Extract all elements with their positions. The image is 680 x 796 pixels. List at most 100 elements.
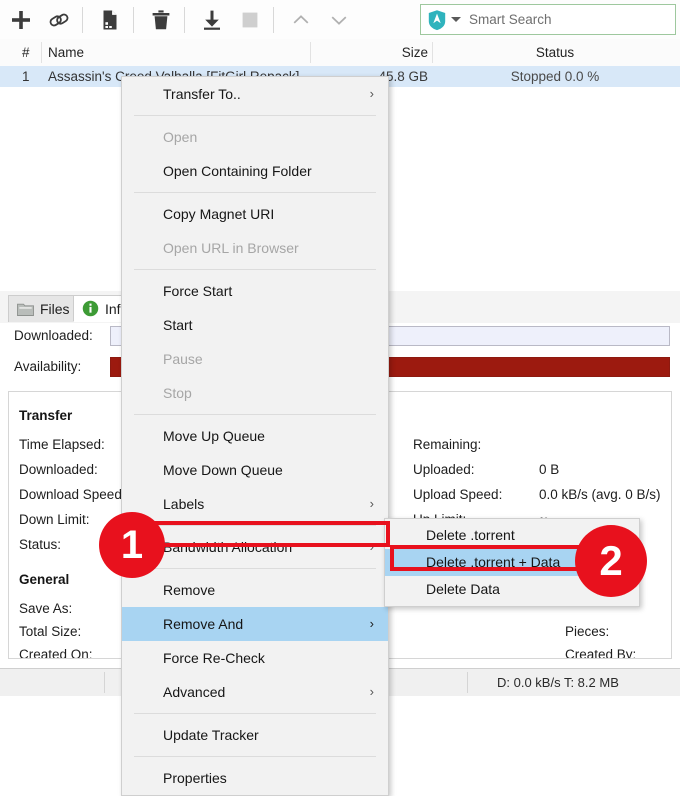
header-divider[interactable] bbox=[310, 42, 311, 63]
new-file-icon bbox=[103, 10, 117, 29]
field-value-upload-speed: 0.0 kB/s (avg. 0 B/s) bbox=[539, 487, 661, 502]
tab-files[interactable]: Files bbox=[8, 295, 79, 322]
field-label-uploaded: Uploaded: bbox=[413, 462, 475, 477]
add-torrent-button[interactable] bbox=[4, 3, 38, 37]
column-header-size[interactable]: Size bbox=[318, 39, 428, 66]
menu-item-start[interactable]: Start bbox=[122, 308, 388, 342]
menu-item-advanced[interactable]: Advanced › bbox=[122, 675, 388, 709]
menu-item-label: Properties bbox=[163, 770, 227, 786]
field-label-save-as: Save As: bbox=[19, 601, 73, 616]
chevron-up-icon bbox=[293, 14, 309, 24]
field-label-download-speed: Download Speed: bbox=[19, 487, 126, 502]
smart-search-box[interactable]: Smart Search bbox=[420, 4, 676, 35]
info-circle-icon bbox=[82, 300, 99, 317]
menu-item-force-re-check[interactable]: Force Re-Check bbox=[122, 641, 388, 675]
stop-square-icon bbox=[242, 12, 258, 27]
field-label-upload-speed: Upload Speed: bbox=[413, 487, 503, 502]
menu-item-label: Open bbox=[163, 129, 198, 145]
menu-item-copy-magnet-uri[interactable]: Copy Magnet URI bbox=[122, 197, 388, 231]
menu-item-label: Update Tracker bbox=[163, 727, 259, 743]
plus-icon bbox=[12, 10, 30, 29]
field-label-pieces: Pieces: bbox=[565, 624, 610, 639]
menu-item-label: Remove bbox=[163, 582, 216, 598]
menu-item-labels[interactable]: Labels › bbox=[122, 487, 388, 521]
field-label-status: Status: bbox=[19, 537, 62, 552]
column-header-name[interactable]: Name bbox=[48, 39, 84, 66]
menu-item-open-containing-folder[interactable]: Open Containing Folder bbox=[122, 154, 388, 188]
menu-item-stop: Stop bbox=[122, 376, 388, 410]
menu-item-label: Copy Magnet URI bbox=[163, 206, 275, 222]
shield-search-icon bbox=[426, 9, 448, 31]
menu-item-open-url-in-browser: Open URL in Browser bbox=[122, 231, 388, 265]
search-dropdown-caret-icon[interactable] bbox=[451, 17, 461, 22]
menu-item-label: Pause bbox=[163, 351, 203, 367]
search-input[interactable]: Smart Search bbox=[469, 12, 552, 27]
header-divider[interactable] bbox=[432, 42, 433, 63]
column-header-status[interactable]: Status bbox=[440, 39, 670, 66]
submenu-item-label: Delete Data bbox=[426, 581, 500, 597]
download-arrow-icon bbox=[204, 10, 220, 30]
menu-item-label: Force Re-Check bbox=[163, 650, 265, 666]
chevron-right-icon: › bbox=[369, 616, 374, 631]
statusbar-speed: D: 0.0 kB/s T: 8.2 MB bbox=[497, 675, 619, 690]
chevron-right-icon: › bbox=[369, 86, 374, 101]
row-number: 1 bbox=[22, 69, 30, 84]
menu-separator bbox=[134, 756, 376, 757]
menu-item-label: Labels bbox=[163, 496, 205, 512]
menu-item-label: Start bbox=[163, 317, 193, 333]
availability-bar-label: Availability: bbox=[14, 359, 82, 374]
section-header-transfer: Transfer bbox=[19, 408, 73, 423]
menu-item-label: Advanced bbox=[163, 684, 226, 700]
stop-button[interactable] bbox=[233, 3, 267, 37]
menu-item-label: Remove And bbox=[163, 616, 244, 632]
annotation-badge-1: 1 bbox=[99, 512, 165, 578]
statusbar-divider bbox=[104, 672, 105, 693]
header-divider[interactable] bbox=[41, 42, 42, 63]
menu-item-move-up-queue[interactable]: Move Up Queue bbox=[122, 419, 388, 453]
chevron-right-icon: › bbox=[369, 684, 374, 699]
start-download-button[interactable] bbox=[195, 3, 229, 37]
menu-separator bbox=[134, 115, 376, 116]
menu-separator bbox=[134, 713, 376, 714]
menu-separator bbox=[134, 269, 376, 270]
menu-item-force-start[interactable]: Force Start bbox=[122, 274, 388, 308]
create-torrent-button[interactable] bbox=[93, 3, 127, 37]
section-header-general: General bbox=[19, 572, 70, 587]
chevron-down-icon bbox=[331, 15, 347, 25]
menu-separator bbox=[134, 568, 376, 569]
field-label-total-size: Total Size: bbox=[19, 624, 82, 639]
field-label-time-elapsed: Time Elapsed: bbox=[19, 437, 105, 452]
folder-icon bbox=[17, 302, 34, 316]
torrent-context-menu: Transfer To.. › Open Open Containing Fol… bbox=[121, 76, 389, 796]
statusbar-divider bbox=[467, 672, 468, 693]
field-label-created-by: Created By: bbox=[565, 647, 637, 659]
menu-item-remove-and[interactable]: Remove And › bbox=[122, 607, 388, 641]
menu-item-label: Transfer To.. bbox=[163, 86, 241, 102]
menu-item-remove[interactable]: Remove bbox=[122, 573, 388, 607]
add-torrent-link-button[interactable] bbox=[42, 3, 76, 37]
torrent-list-header: # Name Size Status bbox=[0, 39, 680, 67]
menu-item-label: Open Containing Folder bbox=[163, 163, 312, 179]
submenu-item-label: Delete .torrent bbox=[426, 527, 515, 543]
trash-icon bbox=[152, 9, 170, 29]
menu-item-transfer-to[interactable]: Transfer To.. › bbox=[122, 77, 388, 111]
move-down-button[interactable] bbox=[322, 3, 356, 37]
main-toolbar: Smart Search bbox=[0, 0, 680, 40]
remove-button[interactable] bbox=[144, 3, 178, 37]
qbittorrent-window: Smart Search # Name Size Status 1 Assass… bbox=[0, 0, 680, 796]
menu-item-update-tracker[interactable]: Update Tracker bbox=[122, 718, 388, 752]
menu-item-label: Force Start bbox=[163, 283, 233, 299]
menu-item-properties[interactable]: Properties bbox=[122, 761, 388, 795]
field-label-created-on: Created On: bbox=[19, 647, 93, 659]
menu-item-move-down-queue[interactable]: Move Down Queue bbox=[122, 453, 388, 487]
menu-separator bbox=[134, 414, 376, 415]
move-up-button[interactable] bbox=[284, 3, 318, 37]
menu-item-open: Open bbox=[122, 120, 388, 154]
column-header-number[interactable]: # bbox=[22, 39, 30, 66]
annotation-badge-2: 2 bbox=[575, 525, 647, 597]
field-label-remaining: Remaining: bbox=[413, 437, 482, 452]
menu-item-label: Open URL in Browser bbox=[163, 240, 299, 256]
menu-separator bbox=[134, 192, 376, 193]
annotation-rect-remove-and bbox=[140, 521, 390, 547]
link-icon bbox=[49, 13, 69, 26]
